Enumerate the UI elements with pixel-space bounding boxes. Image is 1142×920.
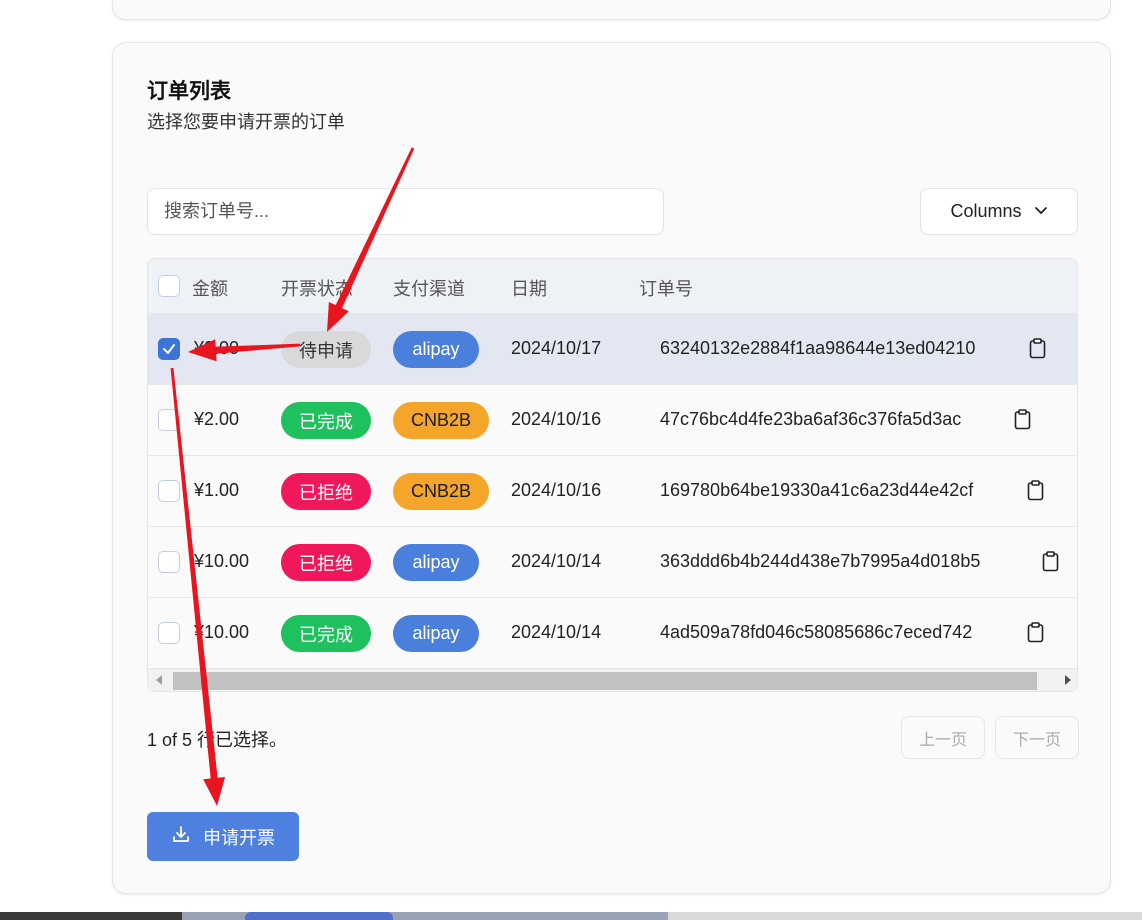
- apply-invoice-button[interactable]: 申请开票: [147, 812, 299, 861]
- channel-badge: CNB2B: [393, 473, 489, 510]
- row-order-number: 63240132e2884f1aa98644e13ed04210: [660, 338, 976, 358]
- header-amount[interactable]: 金额: [192, 275, 228, 301]
- copy-clipboard-icon[interactable]: [1027, 622, 1044, 643]
- row-date: 2024/10/14: [511, 622, 602, 642]
- panel-subtitle: 选择您要申请开票的订单: [147, 112, 345, 132]
- row-order-number: 169780b64be19330a41c6a23d44e42cf: [660, 480, 974, 500]
- horizontal-scrollbar[interactable]: [148, 668, 1077, 691]
- apply-invoice-label: 申请开票: [203, 827, 275, 848]
- row-order-number: 363ddd6b4b244d438e7b7995a4d018b5: [660, 551, 981, 571]
- table-row[interactable]: ¥2.00 已完成 CNB2B 2024/10/16 47c76bc4d4fe23ba6…: [148, 384, 1077, 455]
- row-date: 2024/10/17: [511, 338, 602, 358]
- header-date[interactable]: 日期: [511, 275, 547, 301]
- row-date: 2024/10/14: [511, 551, 602, 571]
- next-page-button[interactable]: 下一页: [995, 716, 1079, 759]
- table-row[interactable]: ¥10.00 已完成 alipay 2024/10/14 4ad509a78fd046c…: [148, 597, 1077, 668]
- copy-clipboard-icon[interactable]: [1027, 480, 1044, 501]
- copy-clipboard-icon[interactable]: [1042, 551, 1059, 572]
- row-date: 2024/10/16: [511, 480, 602, 500]
- row-checkbox[interactable]: [158, 338, 180, 360]
- row-checkbox[interactable]: [158, 551, 180, 573]
- status-badge: 待申请: [281, 331, 371, 368]
- select-all-checkbox[interactable]: [158, 275, 180, 297]
- previous-card: [112, 0, 1111, 20]
- taskbar-strip: [0, 912, 1142, 920]
- selection-info: 1 of 5 行已选择。: [147, 730, 288, 750]
- header-channel[interactable]: 支付渠道: [393, 275, 465, 301]
- row-order-number: 47c76bc4d4fe23ba6af36c376fa5d3ac: [660, 409, 962, 429]
- copy-clipboard-icon[interactable]: [1029, 338, 1046, 359]
- row-checkbox[interactable]: [158, 409, 180, 431]
- row-order-number: 4ad509a78fd046c58085686c7eced742: [660, 622, 973, 642]
- order-list-panel: 订单列表 选择您要申请开票的订单 Columns 金额 开票状态 支付渠道 日期…: [112, 42, 1111, 894]
- table-row[interactable]: ¥1.00 已拒绝 CNB2B 2024/10/16 169780b64be19330a…: [148, 455, 1077, 526]
- table-row[interactable]: ¥10.00 已拒绝 alipay 2024/10/14 363ddd6b4b244d4…: [148, 526, 1077, 597]
- row-date: 2024/10/16: [511, 409, 602, 429]
- channel-badge: alipay: [393, 544, 479, 581]
- scroll-left-arrow-icon[interactable]: [156, 675, 162, 685]
- status-badge: 已完成: [281, 402, 371, 439]
- row-checkbox[interactable]: [158, 480, 180, 502]
- channel-badge: CNB2B: [393, 402, 489, 439]
- row-amount: ¥0.00: [194, 338, 240, 358]
- columns-button-label: Columns: [950, 201, 1022, 221]
- copy-clipboard-icon[interactable]: [1014, 409, 1031, 430]
- scroll-right-arrow-icon[interactable]: [1065, 675, 1071, 685]
- chevron-down-icon: [1034, 201, 1048, 222]
- header-status[interactable]: 开票状态: [281, 275, 353, 301]
- prev-page-button[interactable]: 上一页: [901, 716, 985, 759]
- row-amount: ¥10.00: [194, 622, 250, 642]
- columns-button[interactable]: Columns: [920, 188, 1078, 235]
- row-amount: ¥10.00: [194, 551, 250, 571]
- download-icon: [171, 824, 191, 849]
- orders-table: 金额 开票状态 支付渠道 日期 订单号 ¥0.00 待申请 alipay 2024/1…: [147, 258, 1078, 692]
- channel-badge: alipay: [393, 615, 479, 652]
- table-row[interactable]: ¥0.00 待申请 alipay 2024/10/17 63240132e2884f1a…: [148, 313, 1077, 384]
- row-amount: ¥1.00: [194, 480, 240, 500]
- panel-title: 订单列表: [147, 80, 231, 103]
- header-order[interactable]: 订单号: [639, 275, 693, 301]
- status-badge: 已完成: [281, 615, 371, 652]
- row-amount: ¥2.00: [194, 409, 240, 429]
- order-search-input[interactable]: [147, 188, 664, 235]
- channel-badge: alipay: [393, 331, 479, 368]
- status-badge: 已拒绝: [281, 544, 371, 581]
- scroll-thumb[interactable]: [173, 672, 1037, 690]
- status-badge: 已拒绝: [281, 473, 371, 510]
- table-header: 金额 开票状态 支付渠道 日期 订单号: [148, 259, 1077, 313]
- row-checkbox[interactable]: [158, 622, 180, 644]
